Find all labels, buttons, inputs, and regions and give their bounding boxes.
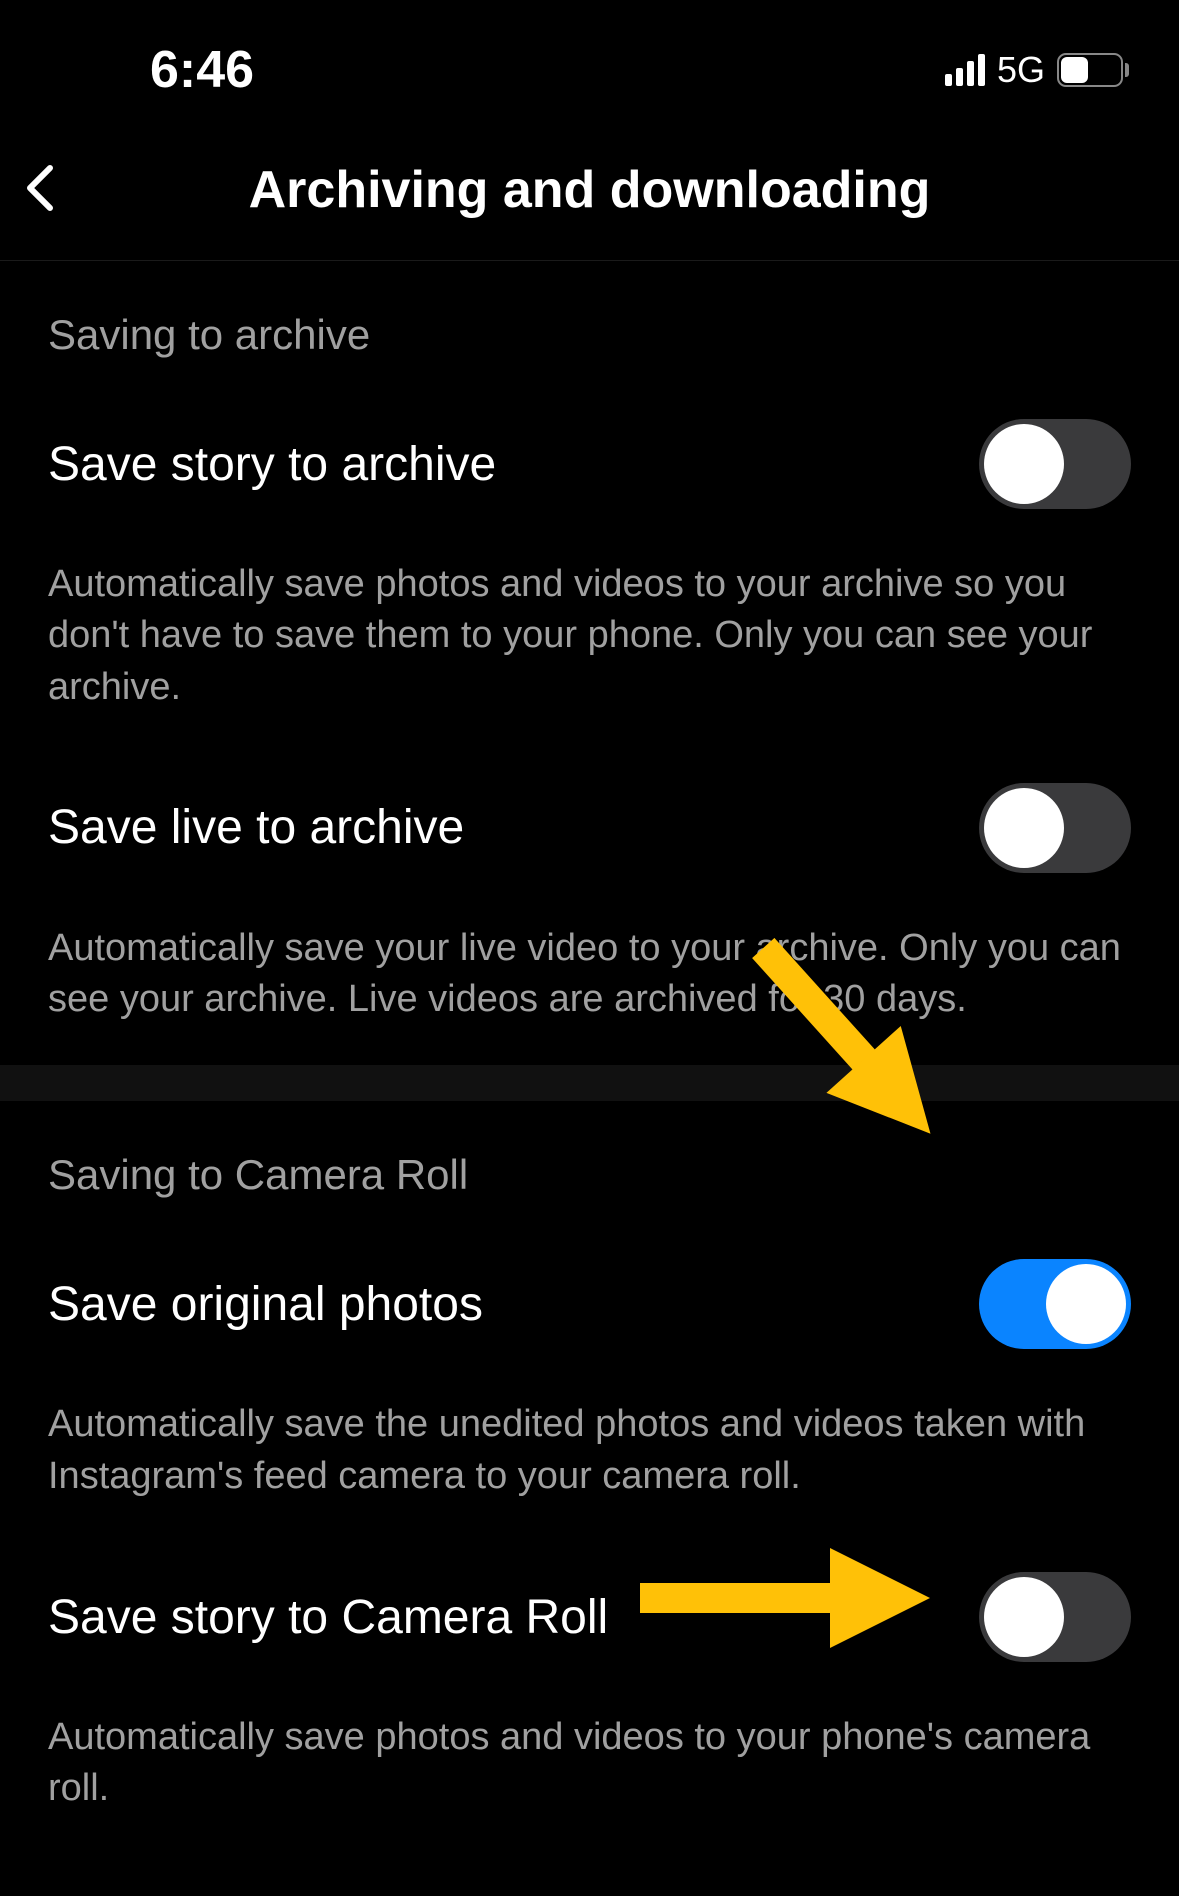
setting-label: Save live to archive [48,800,464,855]
toggle-save-original-photos[interactable] [979,1259,1131,1349]
setting-label: Save original photos [48,1277,483,1332]
setting-save-live-archive: Save live to archive Automatically save … [48,753,1131,1066]
battery-icon: 46 [1057,53,1129,87]
status-indicators: 5G 46 [945,49,1129,91]
signal-icon [945,54,985,86]
section-saving-to-archive: Saving to archive Save story to archive … [0,261,1179,1065]
toggle-save-story-camera-roll[interactable] [979,1572,1131,1662]
section-header: Saving to archive [48,261,1131,389]
navigation-bar: Archiving and downloading [0,130,1179,261]
toggle-save-story-archive[interactable] [979,419,1131,509]
battery-level: 46 [1059,56,1121,84]
status-time: 6:46 [150,40,254,100]
setting-description: Automatically save the unedited photos a… [48,1369,1131,1542]
setting-save-story-camera-roll: Save story to Camera Roll Automatically … [48,1542,1131,1855]
section-header: Saving to Camera Roll [48,1101,1131,1229]
setting-label: Save story to Camera Roll [48,1590,608,1645]
section-saving-to-camera-roll: Saving to Camera Roll Save original phot… [0,1101,1179,1854]
status-bar: 6:46 5G 46 [0,0,1179,130]
chevron-left-icon [25,163,55,213]
page-title: Archiving and downloading [30,160,1149,220]
setting-description: Automatically save your live video to yo… [48,893,1131,1066]
setting-save-original-photos: Save original photos Automatically save … [48,1229,1131,1542]
back-button[interactable] [25,163,55,218]
toggle-save-live-archive[interactable] [979,783,1131,873]
section-divider [0,1065,1179,1101]
setting-save-story-archive: Save story to archive Automatically save… [48,389,1131,753]
network-type: 5G [997,49,1045,91]
setting-description: Automatically save photos and videos to … [48,1682,1131,1855]
setting-label: Save story to archive [48,437,496,492]
setting-description: Automatically save photos and videos to … [48,529,1131,753]
